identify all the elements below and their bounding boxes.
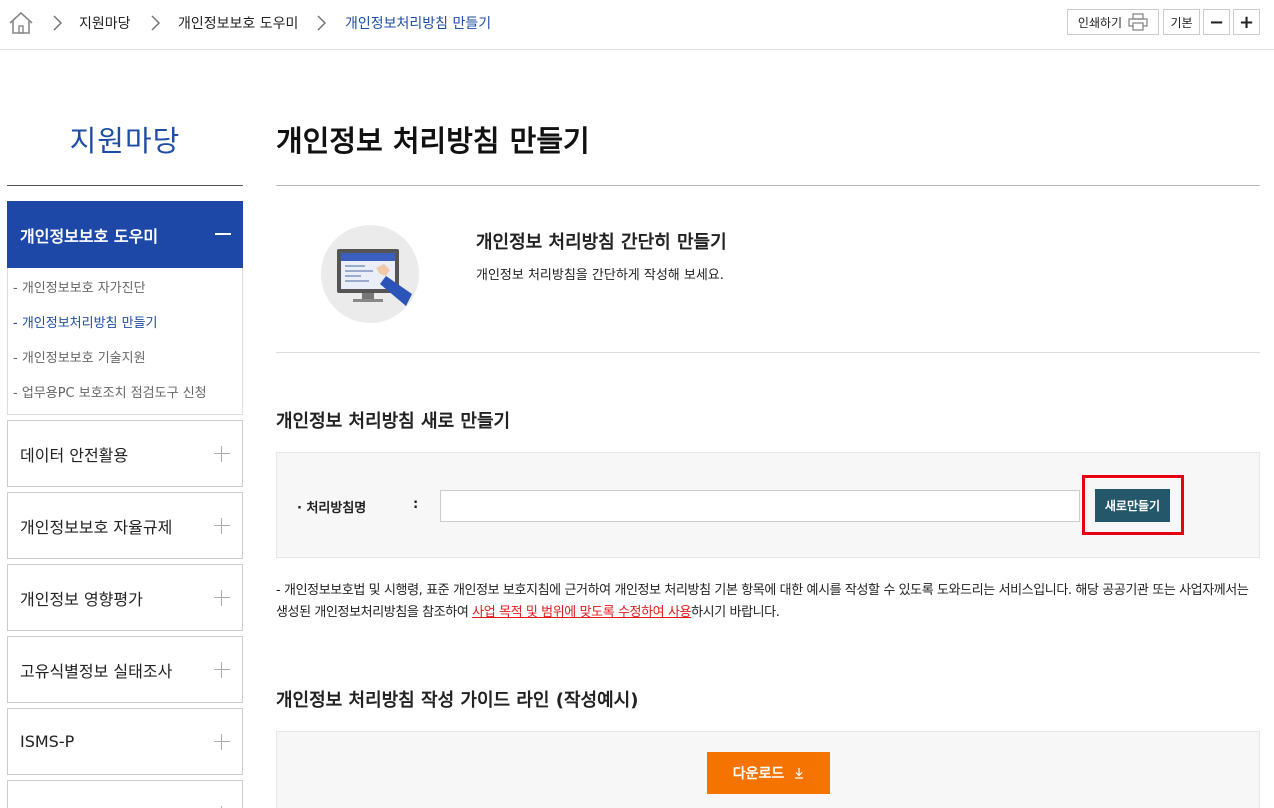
- sidebar-item-label: 개인정보보호 도우미: [20, 226, 159, 246]
- section-title-guideline: 개인정보 처리방침 작성 가이드 라인 (작성예시): [276, 690, 639, 711]
- home-icon[interactable]: [8, 10, 34, 36]
- font-decrease-button[interactable]: −: [1203, 9, 1230, 35]
- policy-illustration-icon: [321, 225, 419, 323]
- chevron-right-icon: [53, 15, 63, 31]
- sidebar-item-privacy-helper[interactable]: 개인정보보호 도우미: [7, 201, 243, 268]
- notice-emphasis: 사업 목적 및 범위에 맞도록 수정하여 사용: [472, 605, 692, 620]
- sidebar-item-data-usage[interactable]: 데이터 안전활용: [7, 420, 243, 487]
- download-area: 다운로드: [276, 731, 1260, 808]
- section-divider: [276, 352, 1260, 353]
- sidebar-title: 지원마당: [69, 124, 181, 158]
- sidebar-item-isms-p[interactable]: ISMS-P: [7, 708, 243, 775]
- policy-name-input[interactable]: [440, 490, 1080, 522]
- section-title-new-policy: 개인정보 처리방침 새로 만들기: [276, 411, 511, 432]
- submenu-self-diagnosis[interactable]: - 개인정보보호 자가진단: [8, 278, 242, 313]
- font-default-button[interactable]: 기본: [1163, 9, 1200, 35]
- sidebar-submenu: - 개인정보보호 자가진단 - 개인정보처리방침 만들기 - 개인정보보호 기술…: [7, 268, 243, 415]
- page-title: 개인정보 처리방침 만들기: [276, 124, 590, 158]
- breadcrumb-item-support[interactable]: 지원마당: [79, 13, 131, 33]
- submenu-pc-check-tool[interactable]: - 업무용PC 보호조치 점검도구 신청: [8, 383, 242, 418]
- sidebar-item-label: 데이터 안전활용: [20, 445, 129, 465]
- sidebar-item-label: ISMS-P: [20, 732, 75, 751]
- plus-icon: [214, 518, 230, 534]
- font-increase-button[interactable]: +: [1233, 9, 1260, 35]
- policy-name-colon: :: [413, 497, 419, 512]
- intro-description: 개인정보 처리방침을 간단하게 작성해 보세요.: [476, 268, 724, 283]
- policy-name-label: · 처리방침명: [297, 501, 367, 516]
- intro-title: 개인정보 처리방침 간단히 만들기: [476, 232, 727, 253]
- sidebar-divider: [7, 185, 243, 186]
- sidebar-item-impact-assessment[interactable]: 개인정보 영향평가: [7, 564, 243, 631]
- submenu-tech-support[interactable]: - 개인정보보호 기술지원: [8, 348, 242, 383]
- plus-icon: [214, 446, 230, 462]
- download-icon: [795, 767, 804, 779]
- sidebar-item-label: 개인정보 영향평가: [20, 589, 143, 609]
- sidebar-item-label: 고유식별정보 실태조사: [20, 661, 173, 681]
- sidebar-item-unique-id-survey[interactable]: 고유식별정보 실태조사: [7, 636, 243, 703]
- notice-text-end: 하시기 바랍니다.: [691, 605, 780, 620]
- chevron-right-icon: [317, 15, 327, 31]
- download-button[interactable]: 다운로드: [707, 752, 830, 794]
- top-bar: 지원마당 개인정보보호 도우미 개인정보처리방침 만들기 인쇄하기 기본 − +: [0, 0, 1274, 50]
- sidebar-item-self-regulation[interactable]: 개인정보보호 자율규제: [7, 492, 243, 559]
- plus-icon: [214, 590, 230, 606]
- policy-name-form: · 처리방침명 : 새로만들기: [276, 452, 1260, 558]
- create-new-button[interactable]: 새로만들기: [1095, 489, 1170, 522]
- breadcrumb-item-current[interactable]: 개인정보처리방침 만들기: [345, 13, 491, 33]
- print-label: 인쇄하기: [1077, 15, 1123, 30]
- printer-icon: [1128, 13, 1148, 31]
- sidebar-item-label: 개인정보보호 자율규제: [20, 517, 173, 537]
- sidebar-item-next[interactable]: [7, 780, 243, 808]
- submenu-policy-maker[interactable]: - 개인정보처리방침 만들기: [8, 313, 242, 348]
- minus-icon: [215, 233, 231, 235]
- download-label: 다운로드: [732, 766, 785, 782]
- service-notice: - 개인정보보호법 및 시행령, 표준 개인정보 보호지침에 근거하여 개인정보…: [276, 580, 1260, 624]
- plus-icon: [214, 662, 230, 678]
- title-divider: [276, 185, 1260, 186]
- breadcrumb-item-helper[interactable]: 개인정보보호 도우미: [178, 13, 298, 33]
- chevron-right-icon: [151, 15, 161, 31]
- print-button[interactable]: 인쇄하기: [1067, 9, 1159, 35]
- plus-icon: [214, 734, 230, 750]
